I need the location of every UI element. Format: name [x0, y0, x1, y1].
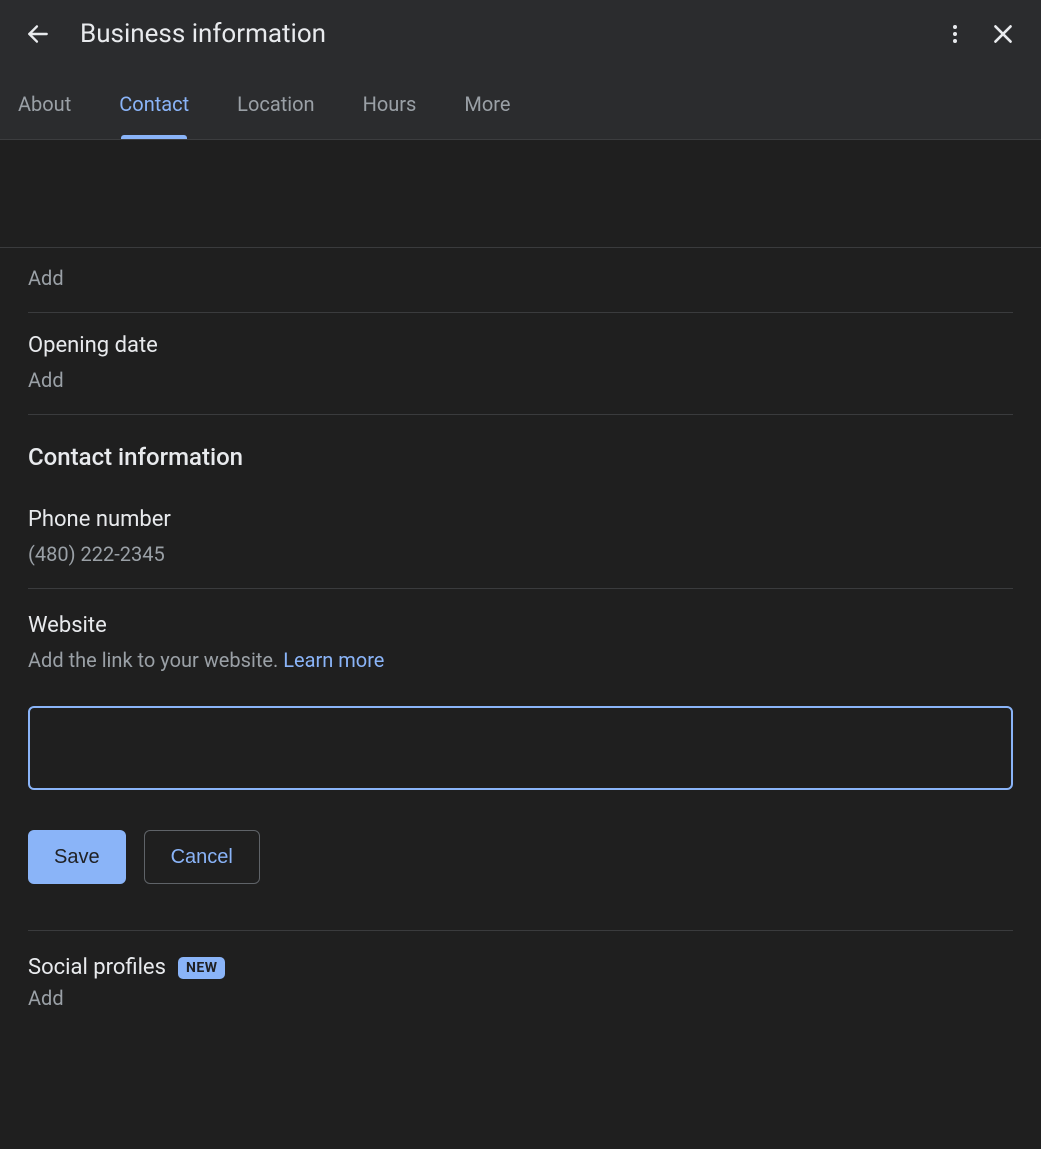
website-helper-text: Add the link to your website.: [28, 648, 283, 672]
contact-info-title: Contact information: [28, 415, 1013, 479]
website-helper: Add the link to your website. Learn more: [28, 648, 1013, 672]
social-profiles-add[interactable]: Add: [28, 986, 1013, 1030]
website-input[interactable]: [28, 706, 1013, 790]
website-button-row: Save Cancel: [28, 830, 1013, 884]
tab-about[interactable]: About: [18, 68, 71, 139]
add-link-top[interactable]: Add: [28, 266, 1013, 290]
opening-date-add[interactable]: Add: [28, 368, 1013, 392]
cancel-button[interactable]: Cancel: [144, 830, 260, 884]
website-label: Website: [28, 613, 1013, 638]
tab-contact[interactable]: Contact: [119, 68, 189, 139]
row-add-top[interactable]: Add: [28, 248, 1013, 313]
close-button[interactable]: [983, 14, 1023, 54]
row-opening-date[interactable]: Opening date Add: [28, 313, 1013, 415]
tab-more[interactable]: More: [464, 68, 510, 139]
website-input-wrap: [28, 706, 1013, 790]
phone-value: (480) 222-2345: [28, 542, 1013, 566]
row-website: Website Add the link to your website. Le…: [28, 589, 1013, 930]
page-title: Business information: [80, 19, 927, 49]
top-bar: Business information: [0, 0, 1041, 68]
row-phone[interactable]: Phone number (480) 222-2345: [28, 479, 1013, 589]
tab-hours[interactable]: Hours: [363, 68, 417, 139]
tab-bar: About Contact Location Hours More: [0, 68, 1041, 140]
content-area: Add Opening date Add Contact information…: [0, 248, 1041, 1030]
back-button[interactable]: [18, 14, 58, 54]
website-learn-more-link[interactable]: Learn more: [283, 648, 384, 672]
tab-location[interactable]: Location: [237, 68, 314, 139]
phone-label: Phone number: [28, 507, 1013, 532]
more-menu-button[interactable]: [935, 14, 975, 54]
arrow-left-icon: [25, 21, 51, 47]
social-profiles-label: Social profiles: [28, 955, 166, 980]
close-icon: [990, 21, 1016, 47]
sub-header-spacer: [0, 140, 1041, 248]
social-profiles-title-row: Social profiles NEW: [28, 931, 1013, 986]
opening-date-label: Opening date: [28, 333, 1013, 358]
save-button[interactable]: Save: [28, 830, 126, 884]
more-vert-icon: [943, 22, 967, 46]
new-badge: NEW: [178, 957, 226, 979]
